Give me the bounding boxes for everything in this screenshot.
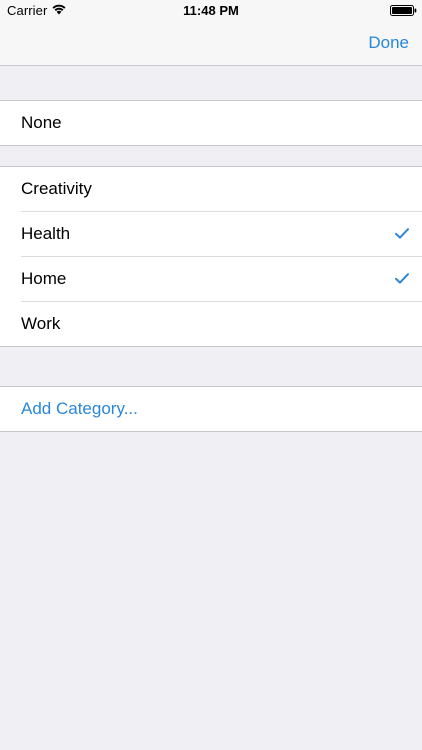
add-category-button[interactable]: Add Category...	[0, 387, 422, 431]
category-work[interactable]: Work	[0, 301, 422, 346]
none-section: None	[0, 100, 422, 146]
category-label: Creativity	[21, 179, 92, 198]
category-home[interactable]: Home	[0, 256, 422, 301]
done-button[interactable]: Done	[368, 33, 409, 53]
category-label: Home	[21, 269, 67, 288]
category-label: Work	[21, 314, 61, 333]
clock: 11:48 PM	[183, 3, 239, 18]
category-label: None	[21, 113, 62, 132]
category-health[interactable]: Health	[0, 211, 422, 256]
add-category-section: Add Category...	[0, 386, 422, 432]
category-label: Health	[21, 224, 71, 243]
navigation-bar: Carrier 11:48 PM Done	[0, 0, 422, 66]
category-none[interactable]: None	[0, 101, 422, 145]
status-bar: Carrier 11:48 PM	[0, 0, 422, 22]
checkmark-icon	[395, 273, 409, 284]
checkmark-icon	[395, 228, 409, 239]
add-category-label: Add Category...	[21, 399, 138, 418]
category-creativity[interactable]: Creativity	[0, 167, 422, 211]
categories-section: Creativity Health Home Work	[0, 166, 422, 347]
battery-icon	[390, 5, 417, 16]
